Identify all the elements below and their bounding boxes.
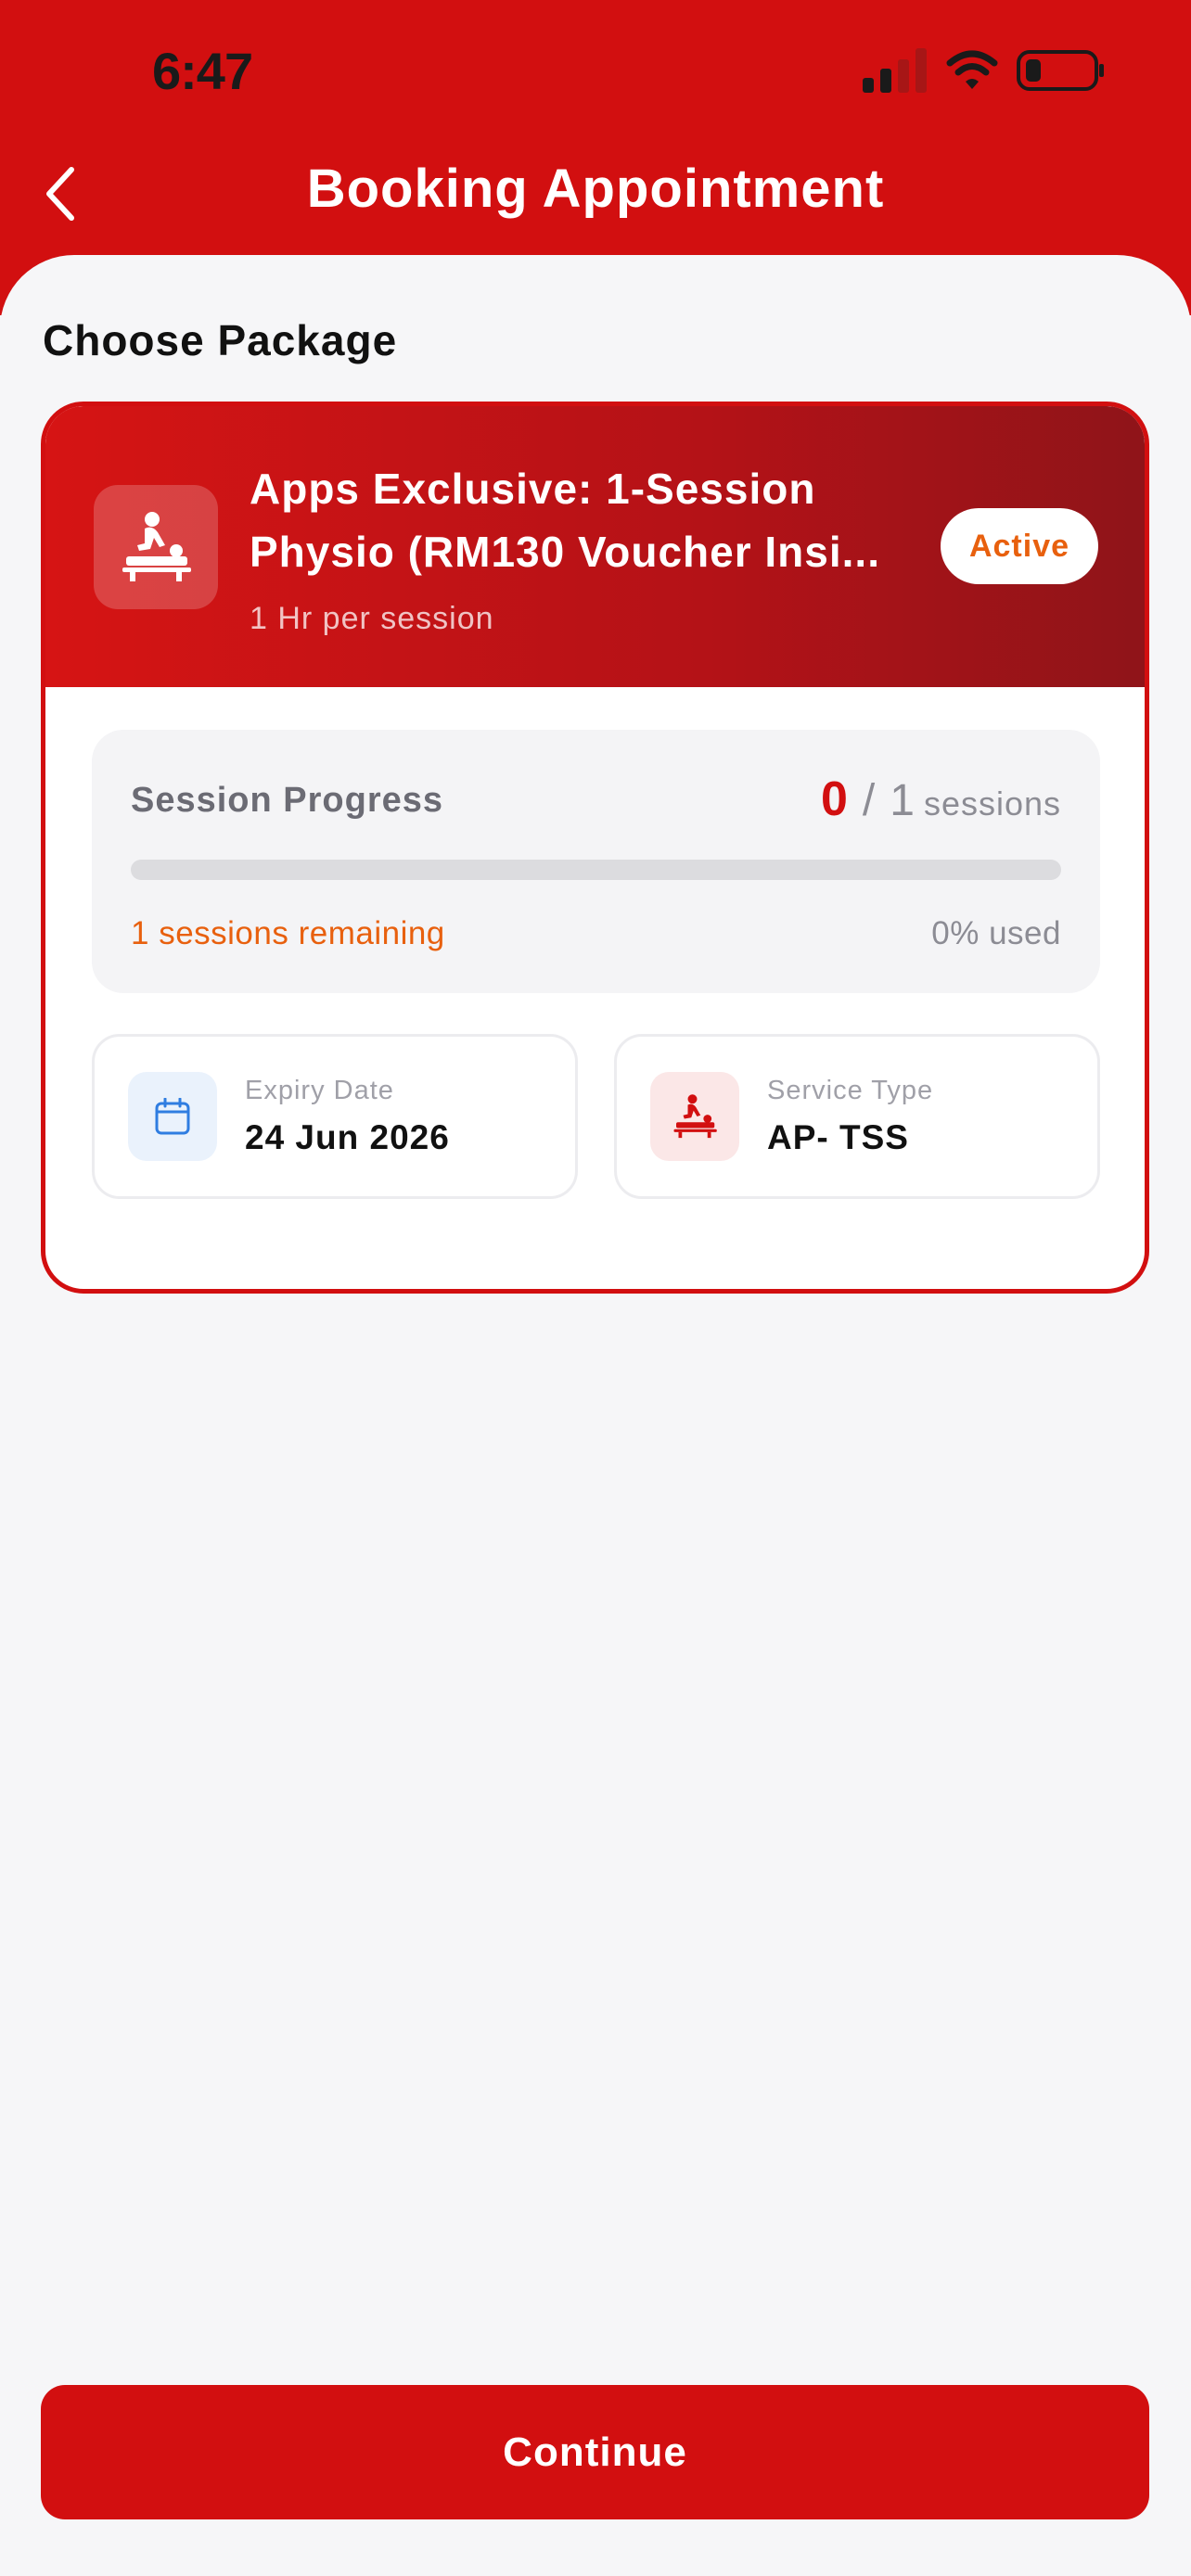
status-bar-time: 6:47 bbox=[152, 42, 253, 100]
wifi-icon bbox=[946, 50, 998, 89]
package-card[interactable]: Apps Exclusive: 1-Session Physio (RM130 … bbox=[41, 402, 1149, 1294]
battery-low-icon bbox=[1017, 50, 1104, 91]
page-title: Booking Appointment bbox=[306, 159, 885, 219]
sessions-separator: / bbox=[862, 776, 876, 825]
massage-therapy-glyph bbox=[673, 1094, 717, 1139]
cellular-signal-icon bbox=[863, 48, 927, 93]
status-badge: Active bbox=[941, 508, 1098, 584]
expiry-date-label: Expiry Date bbox=[245, 1076, 394, 1105]
session-progress-panel: Session Progress 0 / 1 sessions 1 sessio… bbox=[92, 730, 1100, 993]
section-title: Choose Package bbox=[43, 316, 398, 364]
massage-therapy-glyph bbox=[122, 512, 191, 581]
session-progress-label: Session Progress bbox=[131, 781, 444, 820]
service-type-card: Service Type AP- TSS bbox=[614, 1034, 1100, 1199]
sessions-used-count: 0 bbox=[820, 772, 848, 826]
expiry-date-value: 24 Jun 2026 bbox=[245, 1118, 450, 1156]
session-count: 0 / 1 sessions bbox=[821, 772, 1061, 827]
package-card-header: Apps Exclusive: 1-Session Physio (RM130 … bbox=[45, 406, 1145, 687]
expiry-date-card: Expiry Date 24 Jun 2026 bbox=[92, 1034, 578, 1199]
sessions-remaining-text: 1 sessions remaining bbox=[131, 915, 445, 951]
massage-therapy-icon bbox=[94, 485, 218, 609]
package-name-line-1: Apps Exclusive: 1-Session bbox=[250, 465, 816, 513]
package-duration: 1 Hr per session bbox=[250, 601, 494, 636]
sessions-unit: sessions bbox=[923, 784, 1061, 823]
continue-button[interactable]: Continue bbox=[41, 2385, 1149, 2519]
session-progress-bar bbox=[131, 860, 1061, 880]
massage-therapy-icon bbox=[650, 1072, 739, 1161]
calendar-glyph bbox=[155, 1098, 190, 1135]
calendar-icon bbox=[128, 1072, 217, 1161]
percent-used-text: 0% used bbox=[931, 915, 1061, 951]
service-type-label: Service Type bbox=[767, 1076, 934, 1105]
service-type-value: AP- TSS bbox=[767, 1118, 909, 1156]
package-name: Apps Exclusive: 1-Session Physio (RM130 … bbox=[250, 457, 954, 583]
package-name-line-2: Physio (RM130 Voucher Insi... bbox=[250, 528, 880, 576]
sessions-total-count: 1 bbox=[890, 776, 915, 825]
